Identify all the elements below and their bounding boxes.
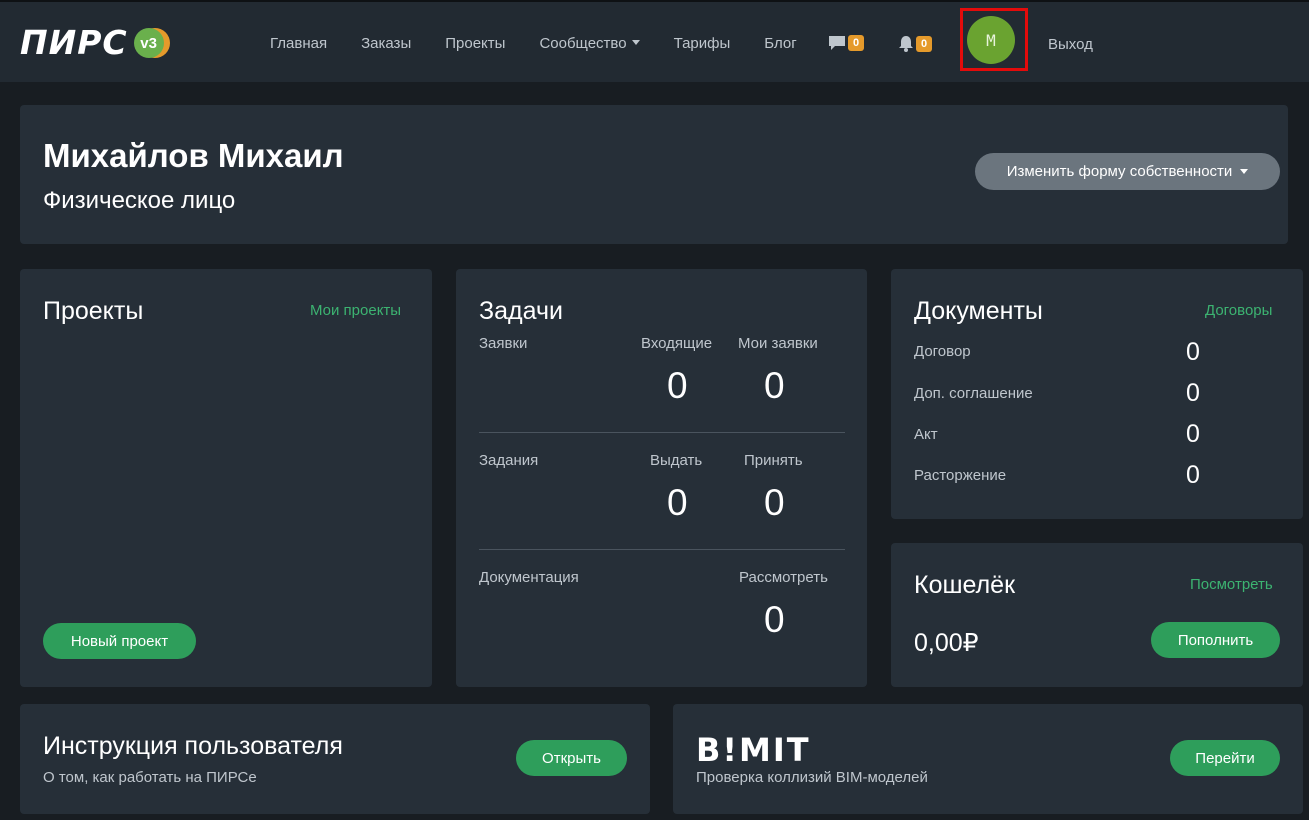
- topup-button[interactable]: Пополнить: [1151, 622, 1280, 658]
- nav-orders[interactable]: Заказы: [361, 35, 411, 52]
- go-bimit-button[interactable]: Перейти: [1170, 740, 1280, 776]
- profile-name: Михайлов Михаил: [43, 137, 344, 174]
- issue-value[interactable]: 0: [667, 482, 688, 524]
- incoming-value[interactable]: 0: [667, 365, 688, 407]
- change-ownership-label: Изменить форму собственности: [1006, 163, 1233, 180]
- profile-card: Михайлов Михаил Физическое лицо Изменить…: [20, 105, 1288, 244]
- review-label: Рассмотреть: [739, 569, 828, 586]
- wallet-title: Кошелёк: [914, 571, 1016, 599]
- logo-text: ПИРС: [20, 23, 128, 62]
- wallet-card: Кошелёк Посмотреть 0,00₽ Пополнить: [891, 543, 1303, 687]
- user-guide-card: Инструкция пользователя О том, как работ…: [20, 704, 650, 814]
- messages-count-badge: 0: [848, 35, 865, 51]
- doc-row-value[interactable]: 0: [1186, 379, 1200, 408]
- change-ownership-dropdown-button[interactable]: Изменить форму собственности: [975, 153, 1280, 190]
- tasks-card: Задачи Заявки Входящие Мои заявки 0 0 За…: [456, 269, 867, 687]
- profile-type: Физическое лицо: [43, 187, 236, 214]
- incoming-label: Входящие: [641, 335, 713, 352]
- chat-icon: [829, 36, 845, 50]
- messages-button[interactable]: 0: [828, 35, 865, 51]
- accept-label: Принять: [744, 452, 803, 469]
- documentation-label: Документация: [479, 569, 579, 586]
- top-navbar: ПИРС v3 Главная Заказы Проекты Сообществ…: [0, 0, 1309, 82]
- doc-row-label: Договор: [914, 343, 971, 360]
- tasks-divider-2: [479, 549, 845, 550]
- accept-value[interactable]: 0: [764, 482, 785, 524]
- projects-card: Проекты Мои проекты Новый проект: [20, 269, 432, 687]
- bimit-logo: B!MIT: [696, 731, 811, 769]
- doc-row-value[interactable]: 0: [1186, 338, 1200, 367]
- doc-row-label: Акт: [914, 426, 938, 443]
- caret-down-icon: [1240, 169, 1249, 174]
- documents-title: Документы: [914, 297, 1043, 325]
- doc-row-value[interactable]: 0: [1186, 461, 1200, 490]
- guide-title: Инструкция пользователя: [43, 732, 343, 760]
- nav-home[interactable]: Главная: [270, 35, 327, 52]
- logout-link[interactable]: Выход: [1048, 36, 1093, 53]
- view-wallet-link[interactable]: Посмотреть: [1190, 576, 1273, 593]
- nav-community-dropdown[interactable]: Сообщество: [539, 35, 639, 52]
- bell-icon: [899, 36, 913, 52]
- doc-row-label: Расторжение: [914, 467, 1007, 484]
- notifications-count-badge: 0: [916, 35, 933, 52]
- projects-title: Проекты: [43, 297, 144, 325]
- requests-label: Заявки: [479, 335, 528, 352]
- open-guide-button[interactable]: Открыть: [516, 740, 627, 776]
- my-requests-label: Мои заявки: [738, 335, 818, 352]
- assignments-label: Задания: [479, 452, 539, 469]
- user-avatar[interactable]: M: [967, 16, 1015, 64]
- main-nav: Главная Заказы Проекты Сообщество Тарифы…: [270, 2, 831, 84]
- nav-projects[interactable]: Проекты: [445, 35, 505, 52]
- my-requests-value[interactable]: 0: [764, 365, 785, 407]
- doc-row-label: Доп. соглашение: [914, 385, 1033, 402]
- my-projects-link[interactable]: Мои проекты: [310, 302, 401, 319]
- nav-tariffs[interactable]: Тарифы: [674, 35, 731, 52]
- bimit-subtitle: Проверка коллизий BIM-моделей: [696, 769, 928, 786]
- contracts-link[interactable]: Договоры: [1205, 302, 1272, 319]
- issue-label: Выдать: [650, 452, 703, 469]
- logo-version-badge: v3: [133, 28, 164, 58]
- doc-row-value[interactable]: 0: [1186, 420, 1200, 449]
- logo[interactable]: ПИРС v3: [20, 26, 164, 60]
- bimit-card: B!MIT Проверка коллизий BIM-моделей Пере…: [673, 704, 1303, 814]
- wallet-balance: 0,00₽: [914, 629, 979, 657]
- new-project-button[interactable]: Новый проект: [43, 623, 196, 659]
- review-value[interactable]: 0: [764, 599, 785, 641]
- notifications-button[interactable]: 0: [898, 35, 933, 52]
- guide-subtitle: О том, как работать на ПИРСе: [43, 769, 257, 786]
- nav-blog[interactable]: Блог: [764, 35, 796, 52]
- tasks-title: Задачи: [479, 297, 563, 325]
- tasks-divider-1: [479, 432, 845, 433]
- documents-card: Документы Договоры Договор 0 Доп. соглаш…: [891, 269, 1303, 519]
